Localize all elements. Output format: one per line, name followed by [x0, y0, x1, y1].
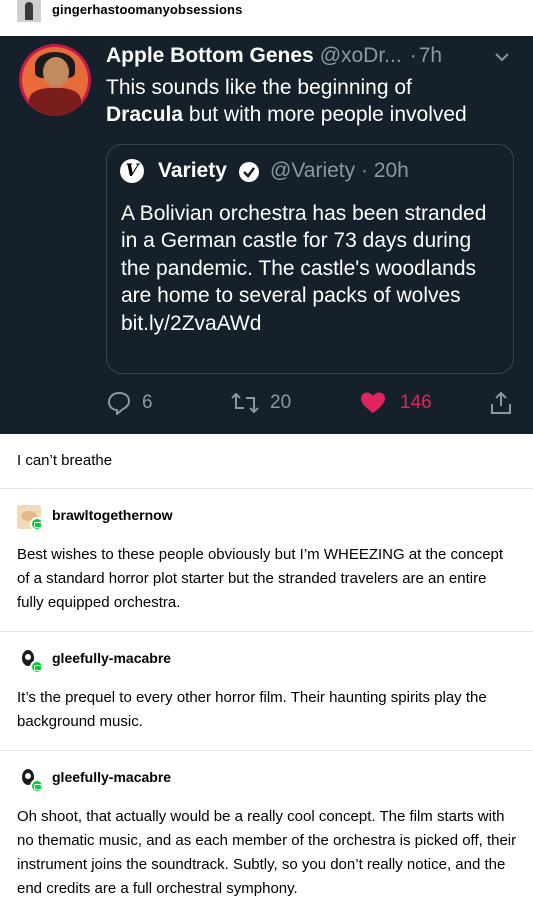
quoted-tweet: V Variety @Variety · 20h A Bolivian orch…: [106, 144, 514, 374]
retweet-action: 20: [230, 388, 291, 418]
reblog-text: Oh shoot, that actually would be a reall…: [17, 808, 517, 897]
post-header: gingerhastoomanyobsessions: [0, 0, 533, 36]
verified-icon: [239, 162, 259, 182]
avatar[interactable]: [17, 0, 41, 22]
quoted-author-name: Variety: [158, 159, 227, 182]
share-action: [488, 388, 514, 418]
post-author-username[interactable]: gingerhastoomanyobsessions: [52, 2, 242, 17]
share-icon: [491, 391, 511, 414]
heart-icon: [361, 392, 385, 413]
reblog-text: Best wishes to these people obviously bu…: [17, 546, 504, 611]
tweet-text-bold: Dracula: [106, 103, 184, 126]
variety-logo: V: [120, 159, 144, 183]
reply-count: 6: [142, 392, 153, 413]
post-caption: I can’t breathe: [17, 452, 113, 469]
chevron-down-icon: [495, 53, 509, 62]
reblog-author: brawltogethernow: [17, 505, 317, 533]
reblog-text: It’s the prequel to every other horror f…: [17, 689, 487, 730]
reblog-badge-icon: [30, 517, 44, 531]
reblog-author: gleefully-macabre: [17, 767, 317, 795]
reblog-badge-icon: [30, 660, 44, 674]
tweet-text-part2: but with more people involved: [188, 103, 467, 126]
reply-icon: [108, 392, 130, 415]
like-count: 146: [400, 392, 432, 413]
tweet-screenshot: Apple Bottom Genes @xoDr... ·7h This sound…: [0, 36, 533, 434]
divider: [0, 488, 533, 489]
tweet-text: This sounds like the beginning of Dracul…: [106, 74, 506, 128]
tweet-separator: ·: [409, 44, 417, 67]
retweet-icon: [231, 392, 259, 414]
tweet-header: Apple Bottom Genes @xoDr... ·7h: [106, 44, 526, 72]
tweet-author-handle: @xoDr...: [319, 44, 402, 67]
reblog-badge-icon: [30, 779, 44, 793]
tweet-text-part1: This sounds like the beginning of: [106, 76, 412, 99]
quoted-text: A Bolivian orchestra has been stranded i…: [121, 202, 487, 335]
like-action: 146: [360, 388, 432, 418]
retweet-count: 20: [270, 392, 292, 413]
divider: [0, 750, 533, 751]
reply-action: 6: [106, 388, 153, 418]
quoted-handle-time: @Variety · 20h: [270, 159, 409, 182]
reblog-username[interactable]: gleefully-macabre: [52, 769, 171, 785]
tweet-avatar: [19, 44, 91, 116]
tweet-actions: 6 20 146: [106, 388, 526, 422]
reblog-author: gleefully-macabre: [17, 648, 317, 676]
reblog-username[interactable]: brawltogethernow: [52, 507, 173, 523]
tweet-time: 7h: [418, 44, 443, 67]
reblog-username[interactable]: gleefully-macabre: [52, 650, 171, 666]
divider: [0, 631, 533, 632]
tweet-author-name: Apple Bottom Genes: [106, 44, 314, 67]
